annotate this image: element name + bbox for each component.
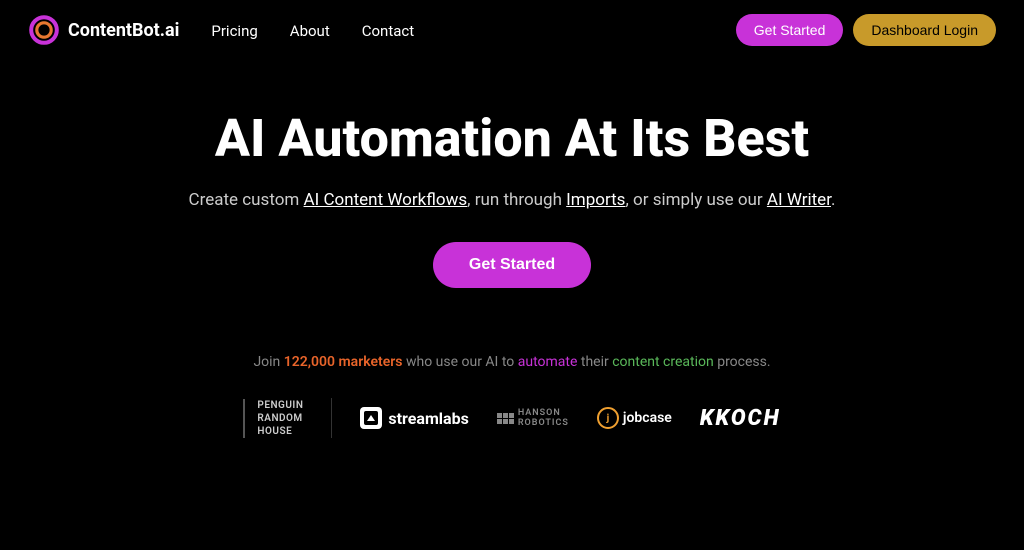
jobcase-logo: j jobcase xyxy=(597,407,672,429)
social-proof: Join 122,000 marketers who use our AI to… xyxy=(0,354,1024,370)
nav-item-about[interactable]: About xyxy=(290,21,330,40)
social-text-1: Join xyxy=(253,354,283,370)
nav-link-contact[interactable]: Contact xyxy=(362,22,414,40)
penguin-text: Penguin xyxy=(257,399,303,412)
random-text: Random xyxy=(257,412,303,425)
automate-highlight: automate xyxy=(518,354,578,370)
ai-writer-link[interactable]: AI Writer xyxy=(767,190,831,210)
logo-separator-1 xyxy=(331,398,332,438)
subtitle-text-2: , run through xyxy=(467,190,566,210)
jobcase-icon: j xyxy=(597,407,619,429)
logo[interactable]: ContentBot.ai xyxy=(28,14,179,46)
nav-link-about[interactable]: About xyxy=(290,22,330,40)
nav-item-contact[interactable]: Contact xyxy=(362,21,414,40)
streamlabs-logo: streamlabs xyxy=(360,407,468,429)
streamlabs-icon xyxy=(360,407,382,429)
penguin-random-house-logo: Penguin Random House xyxy=(243,399,303,438)
marketers-count: 122,000 marketers xyxy=(284,354,403,370)
partner-logos: Penguin Random House streamlabs HANSON R… xyxy=(0,398,1024,438)
nav-item-pricing[interactable]: Pricing xyxy=(211,21,257,40)
imports-link[interactable]: Imports xyxy=(566,190,625,210)
logo-text: ContentBot.ai xyxy=(68,20,179,41)
dashboard-login-button[interactable]: Dashboard Login xyxy=(853,14,996,46)
hero-heading: AI Automation At Its Best xyxy=(20,110,1004,167)
streamlabs-text: streamlabs xyxy=(388,409,468,428)
hero-subtitle: Create custom AI Content Workflows, run … xyxy=(20,187,1004,214)
get-started-hero-button[interactable]: Get Started xyxy=(433,242,591,288)
jobcase-text: jobcase xyxy=(623,410,672,426)
ai-content-workflows-link[interactable]: AI Content Workflows xyxy=(304,190,468,210)
hanson-robotics-logo: HANSON ROBOTICS xyxy=(497,408,569,428)
nav-right: Get Started Dashboard Login xyxy=(736,14,996,46)
nav-left: ContentBot.ai Pricing About Contact xyxy=(28,14,414,46)
social-text-2: who use our AI to xyxy=(403,354,518,370)
social-text-3: their xyxy=(577,354,612,370)
subtitle-text-1: Create custom xyxy=(189,190,304,210)
subtitle-text-4: . xyxy=(831,190,835,210)
hanson-grid-icon xyxy=(497,413,514,424)
logo-icon xyxy=(28,14,60,46)
subtitle-text-3: , or simply use our xyxy=(625,190,766,210)
house-text: House xyxy=(257,425,303,438)
streamlabs-svg xyxy=(364,411,378,425)
navigation: ContentBot.ai Pricing About Contact Get … xyxy=(0,0,1024,60)
hero-section: AI Automation At Its Best Create custom … xyxy=(0,60,1024,318)
get-started-nav-button[interactable]: Get Started xyxy=(736,14,844,46)
content-creation-highlight: content creation xyxy=(612,354,714,370)
nav-links: Pricing About Contact xyxy=(211,21,414,40)
hanson-text: HANSON ROBOTICS xyxy=(518,408,569,428)
social-text-4: process. xyxy=(714,354,771,370)
koch-logo: KKOCH xyxy=(700,406,781,431)
nav-link-pricing[interactable]: Pricing xyxy=(211,22,257,40)
